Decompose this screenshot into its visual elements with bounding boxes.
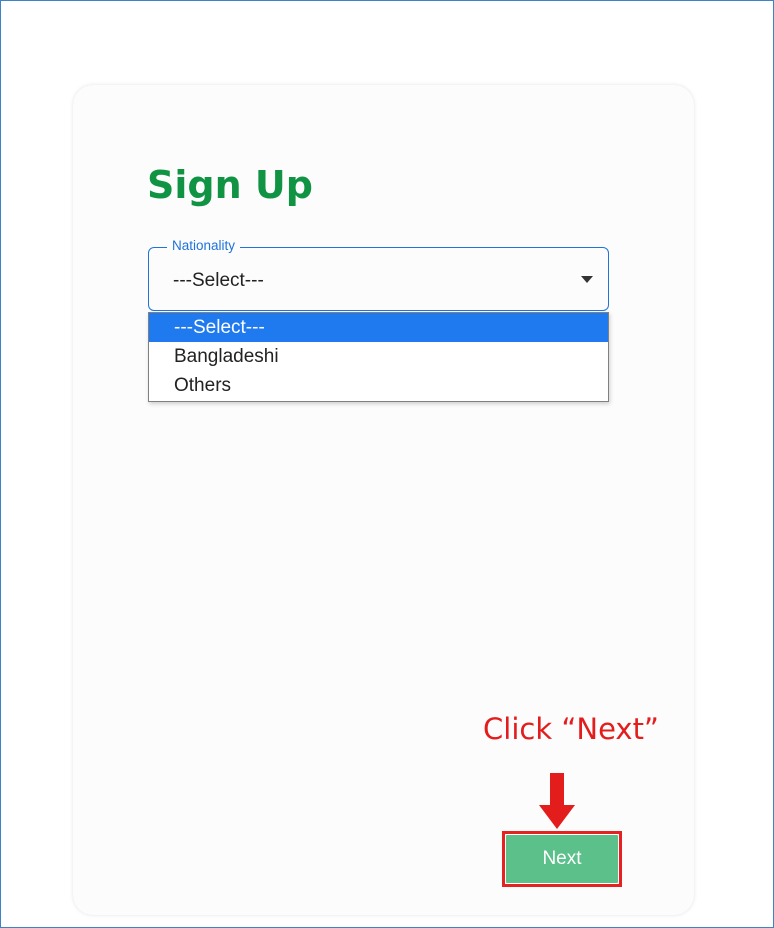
nationality-selected-value: ---Select--- xyxy=(173,270,264,291)
next-button[interactable]: Next xyxy=(506,835,618,883)
nationality-label: Nationality xyxy=(167,237,241,255)
arrow-down-icon xyxy=(539,773,575,829)
nationality-dropdown-list: ---Select--- Bangladeshi Others xyxy=(148,312,609,402)
page-title: Sign Up xyxy=(147,163,313,207)
dropdown-option-others[interactable]: Others xyxy=(149,371,608,400)
nationality-select[interactable]: Nationality ---Select--- xyxy=(148,237,609,311)
caret-down-icon xyxy=(581,276,593,283)
dropdown-option-bangladeshi[interactable]: Bangladeshi xyxy=(149,342,608,371)
click-next-annotation: Click “Next” xyxy=(483,712,659,746)
screenshot-frame: Sign Up Nationality ---Select--- ---Sele… xyxy=(0,0,774,928)
dropdown-option-select[interactable]: ---Select--- xyxy=(149,313,608,342)
